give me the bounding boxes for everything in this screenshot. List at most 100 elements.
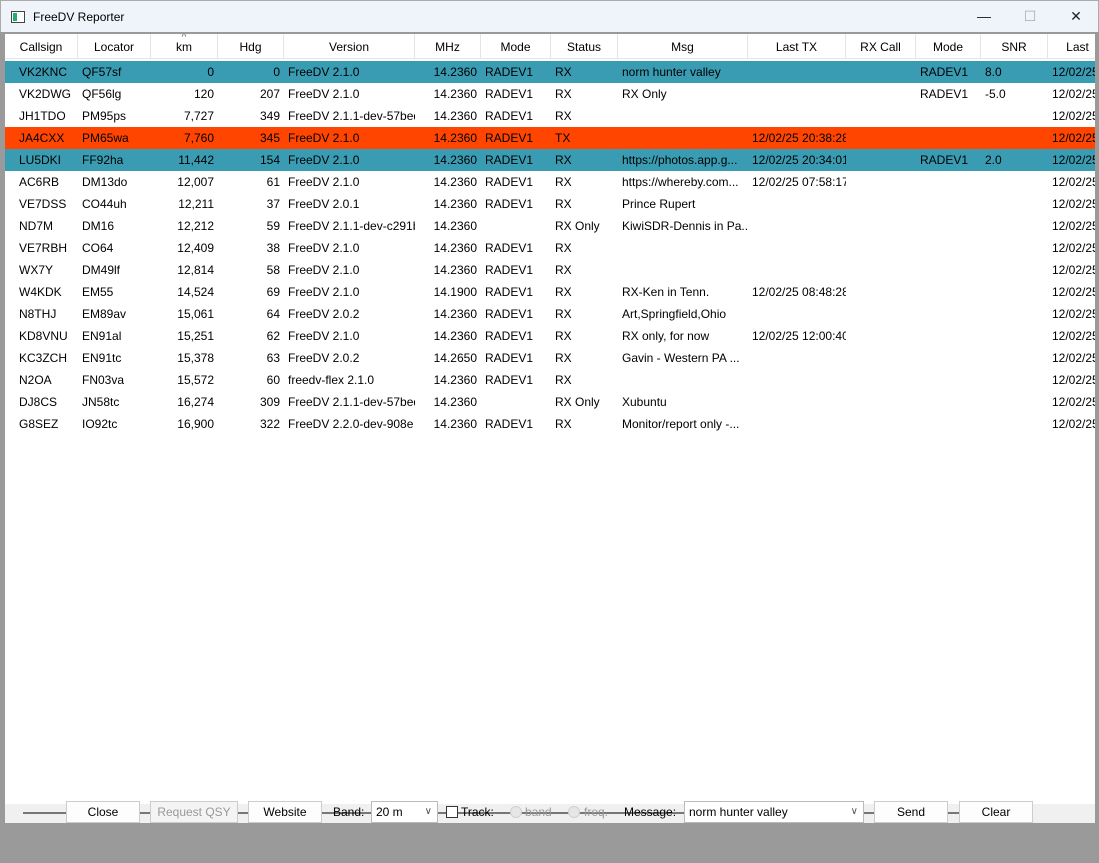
table-row[interactable]: N8THJ EM89av 15,061 64 FreeDV 2.0.2 14.2360 RA… bbox=[5, 303, 1095, 325]
cell-last: 12/02/25 bbox=[1052, 373, 1095, 387]
table-row[interactable]: ND7M DM16 12,212 59 FreeDV 2.1.1-dev-c291b 14… bbox=[5, 215, 1095, 237]
cell-msg: https://whereby.com... bbox=[622, 175, 739, 189]
table-row[interactable]: LU5DKI FF92ha 11,442 154 FreeDV 2.1.0 14.2360… bbox=[5, 149, 1095, 171]
website-button[interactable]: Website bbox=[248, 801, 322, 823]
column-header[interactable]: Version bbox=[284, 34, 415, 59]
cell-callsign: VE7DSS bbox=[19, 197, 67, 211]
cell-rx-call bbox=[846, 369, 916, 391]
cell-last-tx bbox=[748, 413, 846, 435]
cell-mode: RADEV1 bbox=[485, 285, 534, 299]
cell-msg: https://photos.app.g... bbox=[622, 153, 738, 167]
cell-mode bbox=[916, 347, 981, 369]
table-row[interactable]: VK2DWG QF56lg 120 207 FreeDV 2.1.0 14.2360 RAD… bbox=[5, 83, 1095, 105]
cell-version: freedv-flex 2.1.0 bbox=[288, 373, 375, 387]
column-header[interactable]: Locator bbox=[78, 34, 151, 59]
reporter-table[interactable]: Callsign Locator ^ km Hdg Version MHz Mode Statu… bbox=[5, 34, 1095, 823]
cell-hdg: 63 bbox=[266, 351, 280, 365]
column-header[interactable]: SNR bbox=[981, 34, 1048, 59]
cell-last: 12/02/25 bbox=[1052, 153, 1095, 167]
table-row[interactable]: W4KDK EM55 14,524 69 FreeDV 2.1.0 14.1900 RADE… bbox=[5, 281, 1095, 303]
track-checkbox[interactable] bbox=[446, 806, 458, 818]
column-header-label: Last bbox=[1066, 40, 1089, 54]
cell-version: FreeDV 2.0.2 bbox=[288, 307, 360, 321]
cell-last: 12/02/25 bbox=[1052, 241, 1095, 255]
table-row[interactable]: N2OA FN03va 15,572 60 freedv-flex 2.1.0 14.23… bbox=[5, 369, 1095, 391]
cell-msg: Monitor/report only -... bbox=[622, 417, 740, 431]
cell-mhz: 14.2360 bbox=[433, 153, 477, 167]
cell-mhz: 14.2360 bbox=[433, 219, 477, 233]
column-header[interactable]: ^ km bbox=[151, 34, 218, 59]
clear-button[interactable]: Clear bbox=[959, 801, 1033, 823]
cell-last: 12/02/25 bbox=[1052, 285, 1095, 299]
table-row[interactable]: JA4CXX PM65wa 7,760 345 FreeDV 2.1.0 14.2360 R… bbox=[5, 127, 1095, 149]
freq-radio[interactable] bbox=[568, 806, 580, 818]
cell-snr: -5.0 bbox=[985, 87, 1006, 101]
title-bar: FreeDV Reporter — ☐ ✕ bbox=[0, 0, 1099, 32]
column-header[interactable]: MHz bbox=[415, 34, 481, 59]
maximize-button[interactable]: ☐ bbox=[1007, 1, 1053, 31]
cell-mode: RADEV1 bbox=[920, 87, 969, 101]
cell-km: 15,251 bbox=[177, 329, 214, 343]
cell-mhz: 14.2360 bbox=[433, 109, 477, 123]
cell-mode bbox=[916, 171, 981, 193]
table-row[interactable]: DJ8CS JN58tc 16,274 309 FreeDV 2.1.1-dev-57b… bbox=[5, 391, 1095, 413]
cell-km: 15,061 bbox=[177, 307, 214, 321]
message-combobox[interactable]: norm hunter valley ∨ bbox=[684, 801, 864, 823]
column-header[interactable]: Mode bbox=[916, 34, 981, 59]
cell-hdg: 207 bbox=[259, 87, 280, 101]
cell-last: 12/02/25 bbox=[1052, 329, 1095, 343]
cell-msg: Xubuntu bbox=[622, 395, 667, 409]
cell-snr bbox=[981, 171, 1048, 193]
cell-version: FreeDV 2.1.0 bbox=[288, 329, 360, 343]
cell-mode bbox=[916, 193, 981, 215]
column-header[interactable]: Msg bbox=[618, 34, 748, 59]
column-header[interactable]: Mode bbox=[481, 34, 551, 59]
table-row[interactable]: KC3ZCH EN91tc 15,378 63 FreeDV 2.0.2 14.2650 R… bbox=[5, 347, 1095, 369]
table-row[interactable]: G8SEZ IO92tc 16,900 322 FreeDV 2.2.0-dev-908… bbox=[5, 413, 1095, 435]
cell-mhz: 14.2360 bbox=[433, 131, 477, 145]
minimize-button[interactable]: — bbox=[961, 1, 1007, 31]
band-radio[interactable] bbox=[510, 806, 522, 818]
message-value: norm hunter valley bbox=[689, 805, 788, 819]
column-header[interactable]: Last TX bbox=[748, 34, 846, 59]
cell-version: FreeDV 2.1.0 bbox=[288, 131, 360, 145]
cell-mode bbox=[916, 105, 981, 127]
cell-last-tx: 12/02/25 08:48:28 bbox=[752, 285, 846, 299]
column-header[interactable]: Status bbox=[551, 34, 618, 59]
cell-mode: RADEV1 bbox=[485, 109, 534, 123]
column-header[interactable]: Last bbox=[1048, 34, 1095, 59]
cell-rx-call bbox=[846, 105, 916, 127]
column-header[interactable]: Callsign bbox=[5, 34, 78, 59]
cell-last: 12/02/25 bbox=[1052, 417, 1095, 431]
request-qsy-button[interactable]: Request QSY bbox=[150, 801, 238, 823]
send-button[interactable]: Send bbox=[874, 801, 948, 823]
table-row[interactable]: WX7Y DM49lf 12,814 58 FreeDV 2.1.0 14.2360 RAD… bbox=[5, 259, 1095, 281]
column-header-label: Mode bbox=[932, 40, 964, 54]
cell-last-tx bbox=[748, 61, 846, 83]
cell-rx-call bbox=[846, 347, 916, 369]
band-select[interactable]: 20 m ∨ bbox=[371, 801, 438, 823]
chevron-down-icon: ∨ bbox=[424, 806, 432, 817]
column-header[interactable]: Hdg bbox=[218, 34, 284, 59]
column-header[interactable]: RX Call bbox=[846, 34, 916, 59]
sort-ascending-icon: ^ bbox=[181, 34, 187, 43]
cell-locator: PM65wa bbox=[82, 131, 129, 145]
cell-mode bbox=[916, 303, 981, 325]
table-row[interactable]: AC6RB DM13do 12,007 61 FreeDV 2.1.0 14.2360 RA… bbox=[5, 171, 1095, 193]
cell-hdg: 322 bbox=[259, 417, 280, 431]
close-window-button[interactable]: ✕ bbox=[1053, 1, 1099, 31]
cell-locator: DM16 bbox=[82, 219, 115, 233]
cell-last: 12/02/25 bbox=[1052, 219, 1095, 233]
column-header-label: Version bbox=[328, 40, 370, 54]
cell-km: 12,211 bbox=[178, 197, 214, 211]
table-row[interactable]: VE7DSS CO44uh 12,211 37 FreeDV 2.0.1 14.2360 R… bbox=[5, 193, 1095, 215]
table-row[interactable]: VK2KNC QF57sf 0 0 FreeDV 2.1.0 14.2360 RADEV1 R… bbox=[5, 61, 1095, 83]
table-row[interactable]: KD8VNU EN91al 15,251 62 FreeDV 2.1.0 14.2360 R… bbox=[5, 325, 1095, 347]
table-row[interactable]: VE7RBH CO64 12,409 38 FreeDV 2.1.0 14.2360 RAD… bbox=[5, 237, 1095, 259]
cell-rx-call bbox=[846, 237, 916, 259]
cell-version: FreeDV 2.1.0 bbox=[288, 153, 360, 167]
close-button[interactable]: Close bbox=[66, 801, 140, 823]
cell-locator: PM95ps bbox=[82, 109, 127, 123]
cell-version: FreeDV 2.1.0 bbox=[288, 285, 360, 299]
table-row[interactable]: JH1TDO PM95ps 7,727 349 FreeDV 2.1.1-dev-57b… bbox=[5, 105, 1095, 127]
